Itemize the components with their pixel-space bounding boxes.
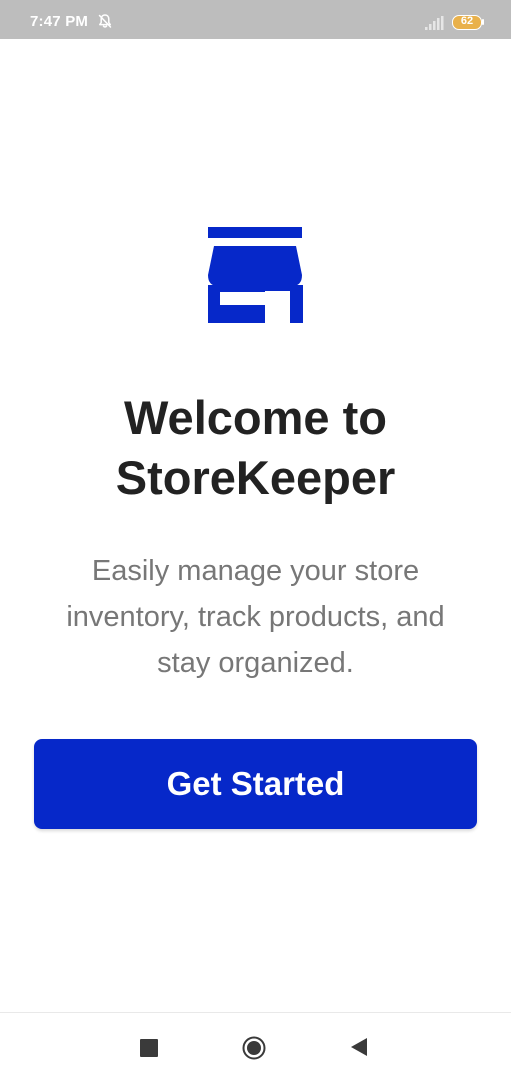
welcome-screen: 7:47 PM 62 Welcome to StoreKeeper Easily… [0, 0, 511, 1080]
home-icon[interactable] [242, 1036, 266, 1060]
store-icon [208, 227, 303, 323]
battery-level: 62 [460, 15, 474, 27]
title-line-2: StoreKeeper [115, 451, 396, 504]
subtitle-line-2: inventory, track products, and [66, 601, 445, 633]
bell-off-icon [98, 14, 112, 28]
battery-icon: 62 [452, 15, 484, 30]
get-started-button[interactable]: Get Started [34, 739, 477, 829]
status-time: 7:47 PM [30, 13, 89, 30]
subtitle-line-1: Easily manage your store [91, 555, 420, 587]
welcome-subtitle: Easily manage your store inventory, trac… [30, 548, 481, 686]
welcome-title: Welcome to StoreKeeper [0, 388, 511, 508]
signal-icon [425, 16, 444, 30]
subtitle-line-3: stay organized. [157, 647, 354, 679]
status-bar: 7:47 PM 62 [0, 0, 511, 39]
battery-cap [482, 19, 484, 25]
title-line-1: Welcome to [124, 391, 387, 444]
back-icon[interactable] [350, 1037, 368, 1057]
navigation-bar [0, 1012, 511, 1080]
recents-icon[interactable] [140, 1039, 158, 1057]
